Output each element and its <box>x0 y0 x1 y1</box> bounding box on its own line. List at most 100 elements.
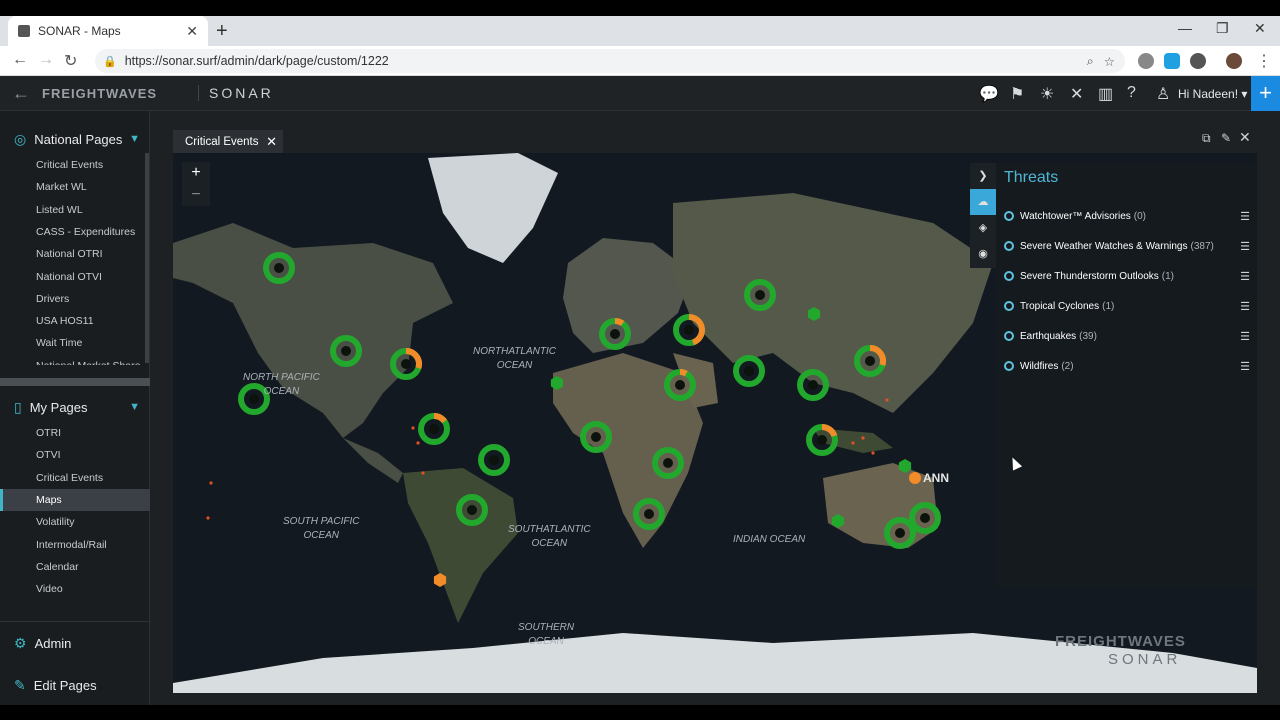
chevron-down-icon[interactable]: ▼ <box>129 133 140 145</box>
edit-icon[interactable]: ✎ <box>1221 131 1231 145</box>
maximize-icon[interactable]: ❐ <box>1216 20 1229 37</box>
user-greeting[interactable]: Hi Nadeen! ▾ <box>1178 87 1247 101</box>
event-dot[interactable] <box>411 426 415 430</box>
back-icon[interactable]: ← <box>12 51 28 69</box>
forward-icon[interactable]: → <box>38 51 54 69</box>
event-dot[interactable] <box>885 398 889 402</box>
address-bar-row: ← → ↻ 🔒 https://sonar.surf/admin/dark/pa… <box>0 46 1280 76</box>
minimize-icon[interactable]: — <box>1178 20 1192 36</box>
cloud-icon[interactable]: ☁ <box>970 189 996 215</box>
layers-icon[interactable]: ◈ <box>970 215 996 241</box>
threat-label: Watchtower™ Advisories <box>1020 210 1131 222</box>
threat-toggle[interactable] <box>1004 211 1014 221</box>
sidebar-item-otvi[interactable]: OTVI <box>0 444 150 466</box>
new-tab-button[interactable]: + <box>216 20 228 43</box>
close-tab-icon[interactable]: ✕ <box>266 134 277 150</box>
zoom-icon[interactable]: ⌕ <box>1087 54 1094 69</box>
list-icon[interactable]: ☰ <box>1240 330 1250 343</box>
sidebar-scrollbar[interactable] <box>145 153 149 363</box>
reload-icon[interactable]: ↻ <box>64 51 77 71</box>
flag-icon[interactable]: ⚑ <box>1010 84 1024 104</box>
chat-icon[interactable]: 💬 <box>979 84 999 104</box>
zoom-in-button[interactable]: + <box>182 162 210 184</box>
list-icon[interactable]: ☰ <box>1240 210 1250 223</box>
threat-toggle[interactable] <box>1004 301 1014 311</box>
event-dot[interactable] <box>421 471 425 475</box>
admin-link[interactable]: ⚙ Admin <box>0 629 150 657</box>
window-close-icon[interactable]: ✕ <box>1254 20 1266 37</box>
event-dot[interactable] <box>209 481 213 485</box>
chart-icon[interactable]: ▥ <box>1098 84 1113 104</box>
extension-icon[interactable] <box>1190 53 1206 69</box>
help-icon[interactable]: ? <box>1127 84 1136 102</box>
edit-pages-link[interactable]: ✎ Edit Pages <box>0 671 150 699</box>
sidebar-splitter[interactable] <box>0 378 150 386</box>
browser-tab[interactable]: SONAR - Maps ✕ <box>8 16 208 46</box>
sidebar-item-market-wl[interactable]: Market WL <box>0 176 150 198</box>
sidebar-item-intermodal-rail[interactable]: Intermodal/Rail <box>0 534 150 556</box>
threat-label: Tropical Cyclones <box>1020 300 1100 312</box>
close-tab-icon[interactable]: ✕ <box>186 23 198 40</box>
chevron-down-icon[interactable]: ▼ <box>129 401 140 413</box>
sidebar-item-calendar[interactable]: Calendar <box>0 556 150 578</box>
threat-row-wildfires[interactable]: Wildfires (2) ☰ <box>1004 357 1254 375</box>
event-dot[interactable] <box>416 441 420 445</box>
export-icon[interactable]: ⧉ <box>1202 131 1211 146</box>
event-dot[interactable] <box>861 436 865 440</box>
threat-row-watchtower-advisories[interactable]: Watchtower™ Advisories (0) ☰ <box>1004 207 1254 225</box>
sidebar-item-listed-wl[interactable]: Listed WL <box>0 199 150 221</box>
threat-row-severe-thunderstorm-outlooks[interactable]: Severe Thunderstorm Outlooks (1) ☰ <box>1004 267 1254 285</box>
threat-count: (387) <box>1190 240 1214 252</box>
national-pages-header[interactable]: ◎ National Pages ▼ <box>0 125 150 153</box>
event-dot[interactable] <box>871 451 875 455</box>
tools-icon[interactable]: ✕ <box>1070 84 1083 104</box>
sidebar-item-wait-time[interactable]: Wait Time <box>0 332 150 354</box>
sidebar-item-drivers[interactable]: Drivers <box>0 288 150 310</box>
threat-row-severe-weather-watches-warnings[interactable]: Severe Weather Watches & Warnings (387) ☰ <box>1004 237 1254 255</box>
zoom-out-button[interactable]: − <box>182 184 210 206</box>
threat-row-earthquakes[interactable]: Earthquakes (39) ☰ <box>1004 327 1254 345</box>
sidebar-item-video[interactable]: Video <box>0 578 150 600</box>
extension-icon[interactable] <box>1138 53 1154 69</box>
sidebar-item-usa-hos11[interactable]: USA HOS11 <box>0 310 150 332</box>
list-icon[interactable]: ☰ <box>1240 360 1250 373</box>
back-arrow-icon[interactable]: ← <box>12 83 30 104</box>
salesforce-icon[interactable] <box>1164 53 1180 69</box>
sidebar-item-volatility[interactable]: Volatility <box>0 511 150 533</box>
threat-label: Earthquakes <box>1020 330 1077 342</box>
sidebar-item-critical-events[interactable]: Critical Events <box>0 467 150 489</box>
threat-toggle[interactable] <box>1004 271 1014 281</box>
tab-critical-events[interactable]: Critical Events ✕ <box>173 130 283 153</box>
threat-toggle[interactable] <box>1004 241 1014 251</box>
list-icon[interactable]: ☰ <box>1240 240 1250 253</box>
add-button[interactable]: + <box>1251 76 1280 111</box>
my-pages-header[interactable]: ▯ My Pages ▼ <box>0 393 150 421</box>
threat-toggle[interactable] <box>1004 331 1014 341</box>
pencil-icon: ✎ <box>14 676 26 693</box>
location-icon[interactable]: ◉ <box>970 241 996 267</box>
sidebar-item-critical-events[interactable]: Critical Events <box>0 154 150 176</box>
threat-toggle[interactable] <box>1004 361 1014 371</box>
cyclone-marker[interactable] <box>909 472 921 484</box>
collapse-chevron-icon[interactable]: ❯ <box>970 163 996 189</box>
bookmark-star-icon[interactable]: ☆ <box>1104 54 1115 69</box>
event-dot[interactable] <box>206 516 210 520</box>
list-icon[interactable]: ☰ <box>1240 270 1250 283</box>
lightbulb-icon[interactable]: ☀ <box>1040 84 1054 104</box>
sidebar-item-national-market-share[interactable]: National Market Share <box>0 355 150 365</box>
user-icon[interactable]: ♙ <box>1156 84 1170 104</box>
world-map[interactable]: + − NORTH PACIFIC OCEAN NORTHATLANTIC OCEAN… <box>173 153 1257 693</box>
list-icon[interactable]: ☰ <box>1240 300 1250 313</box>
sidebar-item-otri[interactable]: OTRI <box>0 422 150 444</box>
threat-count: (0) <box>1133 210 1147 222</box>
sidebar-item-national-otvi[interactable]: National OTVI <box>0 266 150 288</box>
profile-avatar[interactable] <box>1226 53 1242 69</box>
event-dot[interactable] <box>851 441 855 445</box>
close-panel-icon[interactable]: ✕ <box>1239 129 1251 146</box>
browser-menu-icon[interactable]: ⋮ <box>1256 51 1272 71</box>
sidebar-item-cass-expenditures[interactable]: CASS - Expenditures <box>0 221 150 243</box>
threat-row-tropical-cyclones[interactable]: Tropical Cyclones (1) ☰ <box>1004 297 1254 315</box>
sidebar-item-national-otri[interactable]: National OTRI <box>0 243 150 265</box>
sidebar-item-maps[interactable]: Maps <box>0 488 150 511</box>
url-input[interactable]: 🔒 https://sonar.surf/admin/dark/page/cus… <box>95 49 1125 73</box>
